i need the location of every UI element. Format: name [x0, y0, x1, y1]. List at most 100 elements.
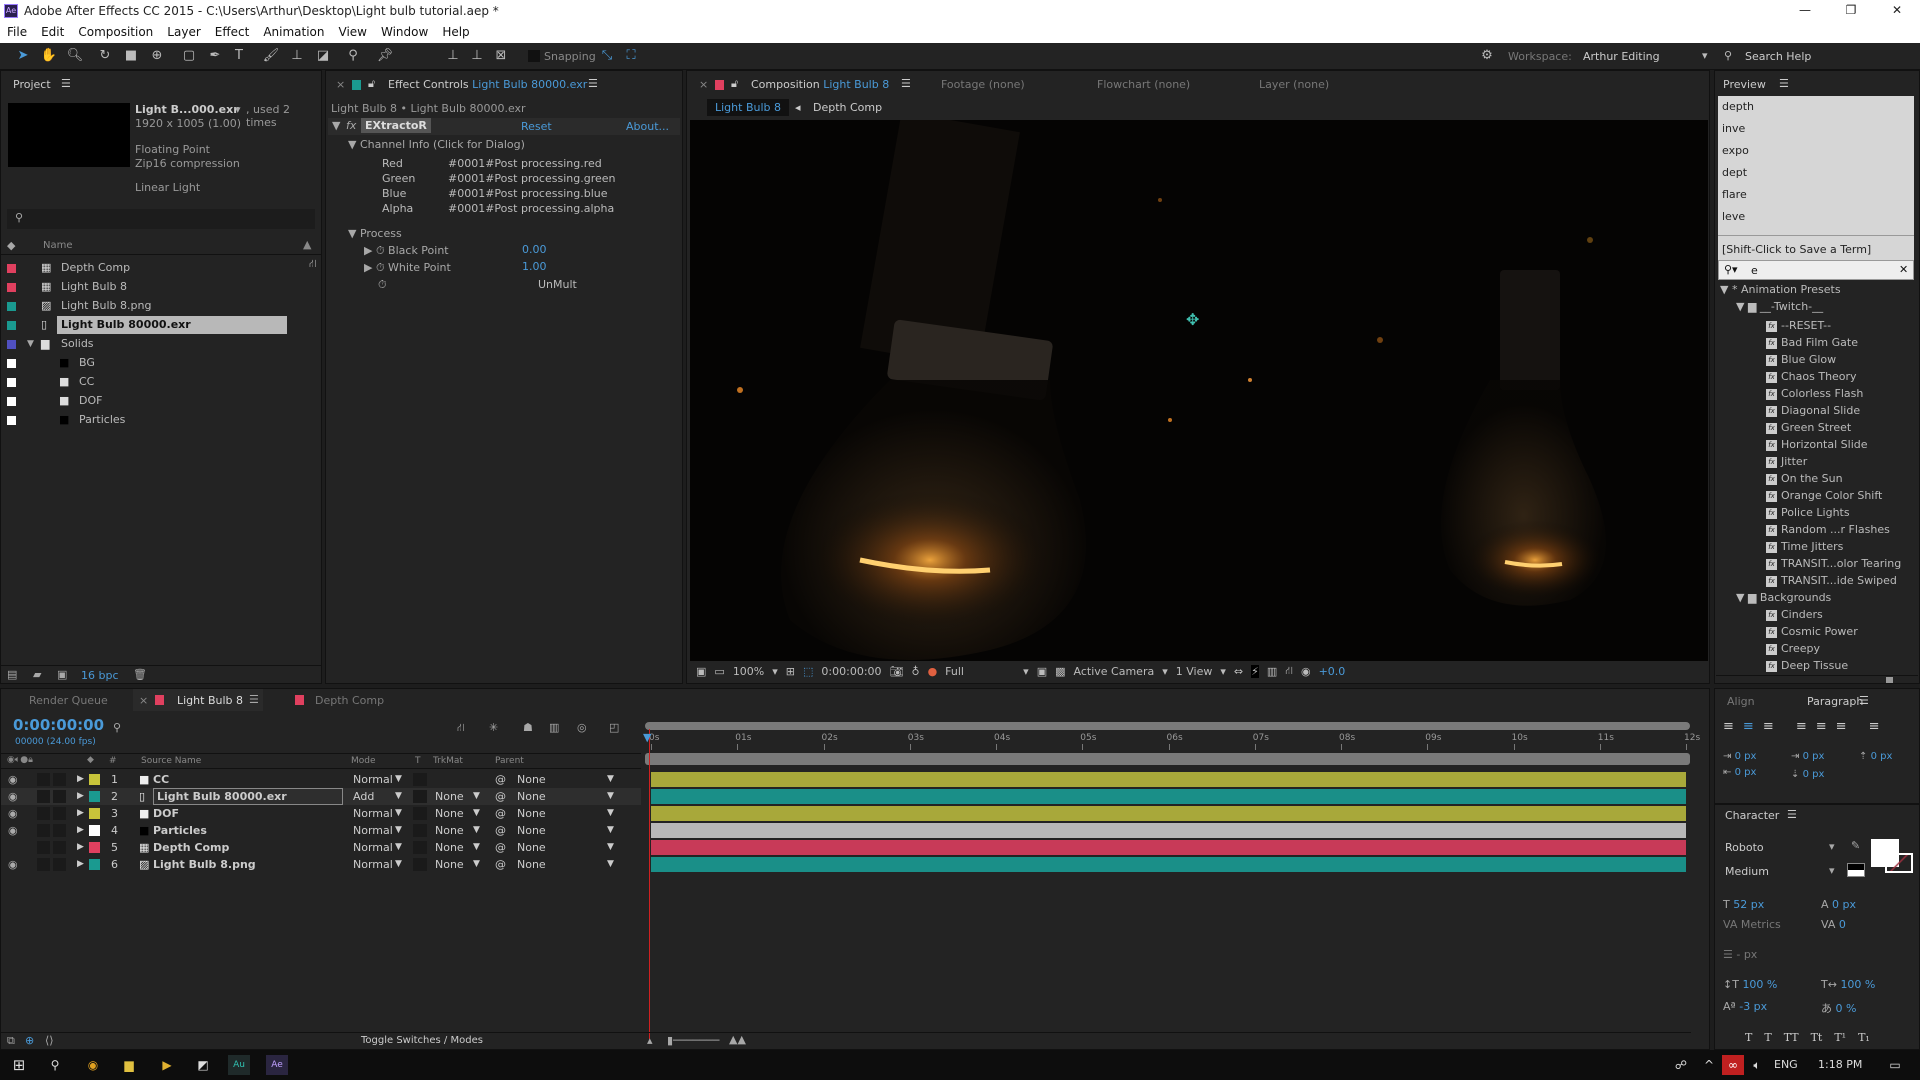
layer-duration-bar[interactable]	[651, 789, 1686, 804]
menu-help[interactable]: Help	[435, 25, 476, 39]
timecode[interactable]: 0:00:00:00	[13, 716, 104, 734]
pick-whip-icon[interactable]: @	[495, 788, 506, 805]
new-bin-icon[interactable]	[1886, 677, 1893, 683]
expand-stretch-icon[interactable]: ⟨⟩	[45, 1034, 54, 1047]
trkmat-dropdown-icon[interactable]: ▼	[473, 788, 480, 805]
layer-duration-bar[interactable]	[651, 806, 1686, 821]
column-mode[interactable]: Mode	[351, 756, 376, 766]
history-term[interactable]: dept	[1722, 166, 1747, 179]
panel-menu-icon[interactable]: ☰	[1787, 808, 1797, 821]
preset-item[interactable]: fx Random ...r Flashes	[1766, 521, 1890, 538]
reset-button[interactable]: Reset	[521, 120, 552, 133]
close-tab-icon[interactable]: ×	[336, 78, 345, 91]
blend-mode-select[interactable]: Normal	[353, 856, 393, 873]
selection-tool-icon[interactable]: ➤	[14, 48, 32, 64]
trkmat-dropdown-icon[interactable]: ▼	[473, 822, 480, 839]
preset-item[interactable]: fx TRANSIT...ide Swiped	[1766, 572, 1897, 589]
parent-select[interactable]: None	[517, 822, 546, 839]
parent-dropdown-icon[interactable]: ▼	[607, 788, 614, 805]
leading-field[interactable]: A 0 px	[1821, 898, 1856, 911]
channel-info-group[interactable]: ▼ Channel Info (Click for Dialog)	[348, 138, 525, 151]
menu-composition[interactable]: Composition	[71, 25, 160, 39]
people-icon[interactable]: ☍	[1670, 1055, 1692, 1075]
search-help-input[interactable]: Search Help	[1745, 50, 1811, 63]
preset-item[interactable]: fx Bad Film Gate	[1766, 334, 1858, 351]
preset-item[interactable]: fx Creepy	[1766, 640, 1820, 657]
layer-row[interactable]: ◉ ▶ 2 ▯ Light Bulb 80000.exr Add ▼ None ▼ @ None ▼	[1, 788, 641, 805]
expand-layer-switches-icon[interactable]: ⧉	[7, 1034, 15, 1048]
rotate-tool-icon[interactable]: ↻	[96, 48, 114, 64]
history-term[interactable]: leve	[1722, 210, 1745, 223]
always-preview-icon[interactable]: ▣	[696, 665, 706, 678]
text-style-button[interactable]: T¹	[1834, 1031, 1846, 1044]
audio-toggle[interactable]	[37, 841, 50, 854]
motion-blur-icon[interactable]: ◎	[577, 721, 587, 734]
text-style-button[interactable]: Tt	[1811, 1031, 1823, 1044]
horizontal-scale-field[interactable]: T↔ 100 %	[1821, 978, 1875, 991]
text-style-button[interactable]: T₁	[1858, 1031, 1870, 1044]
layer-row[interactable]: ◉ ▶ 3 ■ DOF Normal ▼ None ▼ @ None ▼	[1, 805, 641, 822]
preset-item[interactable]: fx Colorless Flash	[1766, 385, 1863, 402]
blend-mode-select[interactable]: Normal	[353, 822, 393, 839]
menu-layer[interactable]: Layer	[160, 25, 207, 39]
lock-toggle[interactable]	[53, 841, 66, 854]
preset-item[interactable]: fx Police Lights	[1766, 504, 1850, 521]
style-dropdown-icon[interactable]: ▾	[1829, 864, 1835, 877]
panel-menu-icon[interactable]: ☰	[1859, 694, 1869, 707]
preset-item[interactable]: fx Green Street	[1766, 419, 1851, 436]
roto-brush-tool-icon[interactable]: ⚲	[344, 48, 362, 64]
work-area-bar[interactable]	[645, 753, 1690, 765]
column-name[interactable]: Name	[43, 240, 73, 251]
panel-menu-icon[interactable]: ☰	[588, 77, 598, 90]
close-tab-icon[interactable]: ×	[139, 694, 148, 707]
comp-flowchart-icon[interactable]: ⛙	[457, 721, 465, 736]
project-item[interactable]: ▨ Light Bulb 8.png	[1, 297, 305, 315]
tsume-field[interactable]: あ 0 %	[1821, 1000, 1856, 1016]
save-term-hint[interactable]: [Shift-Click to Save a Term]	[1722, 243, 1871, 256]
visibility-toggle-icon[interactable]: ◉	[8, 771, 18, 788]
collapse-icon[interactable]: ▼	[332, 119, 340, 132]
panel-menu-icon[interactable]: ☰	[61, 77, 71, 90]
project-item[interactable]: ▼ ▆ Solids	[1, 335, 305, 353]
tab-depth-comp[interactable]: Depth Comp	[315, 694, 384, 707]
font-dropdown-icon[interactable]: ▾	[1829, 840, 1835, 853]
layer-row[interactable]: ◉ ▶ 6 ▨ Light Bulb 8.png Normal ▼ None ▼ @ None ▼	[1, 856, 641, 873]
preset-item[interactable]: fx Deep Tissue	[1766, 657, 1848, 674]
preset-item[interactable]: fx Horizontal Slide	[1766, 436, 1868, 453]
work-area-navigator[interactable]	[645, 722, 1690, 730]
after-effects-icon[interactable]: Ae	[266, 1055, 288, 1075]
layer-name[interactable]: Light Bulb 8.png	[153, 856, 256, 873]
blend-mode-select[interactable]: Normal	[353, 771, 393, 788]
font-style-select[interactable]: Medium	[1725, 865, 1769, 878]
space-after-field[interactable]: ⇣ 0 px	[1791, 769, 1824, 780]
snapping-checkbox[interactable]	[528, 50, 540, 62]
resolution-dropdown-icon[interactable]: ▾	[1023, 665, 1029, 678]
tab-layer[interactable]: Layer (none)	[1259, 78, 1329, 91]
close-button[interactable]: ✕	[1874, 0, 1920, 21]
fx-icon[interactable]: fx	[346, 119, 356, 132]
language-indicator[interactable]: ENG	[1774, 1058, 1798, 1071]
resolution-select[interactable]: Full	[945, 665, 1015, 678]
history-term[interactable]: depth	[1722, 100, 1754, 113]
preset-item[interactable]: fx Cinders	[1766, 606, 1823, 623]
label-swatch[interactable]	[7, 340, 16, 349]
project-item[interactable]: ▯ Light Bulb 80000.exr	[1, 316, 305, 334]
parent-dropdown-icon[interactable]: ▼	[607, 822, 614, 839]
visibility-toggle-icon[interactable]: ◉	[8, 822, 18, 839]
bpc-button[interactable]: 16 bpc	[81, 669, 119, 682]
parent-select[interactable]: None	[517, 839, 546, 856]
trash-icon[interactable]: 🗑︎	[133, 668, 147, 681]
layer-duration-bar[interactable]	[651, 823, 1686, 838]
history-term[interactable]: flare	[1722, 188, 1747, 201]
project-item[interactable]: ■ CC	[1, 373, 305, 391]
media-player-icon[interactable]: ▶	[156, 1055, 178, 1075]
font-family-select[interactable]: Roboto	[1725, 841, 1764, 854]
pick-whip-icon[interactable]: @	[495, 856, 506, 873]
volume-icon[interactable]: 🔈︎	[1746, 1055, 1768, 1075]
tab-character[interactable]: Character	[1725, 809, 1779, 822]
preserve-transparency-toggle[interactable]	[413, 824, 427, 837]
mode-dropdown-icon[interactable]: ▼	[395, 805, 402, 822]
tab-project[interactable]: Project	[13, 78, 51, 91]
tracking-field[interactable]: VA 0	[1821, 918, 1846, 931]
label-swatch[interactable]	[89, 791, 100, 802]
